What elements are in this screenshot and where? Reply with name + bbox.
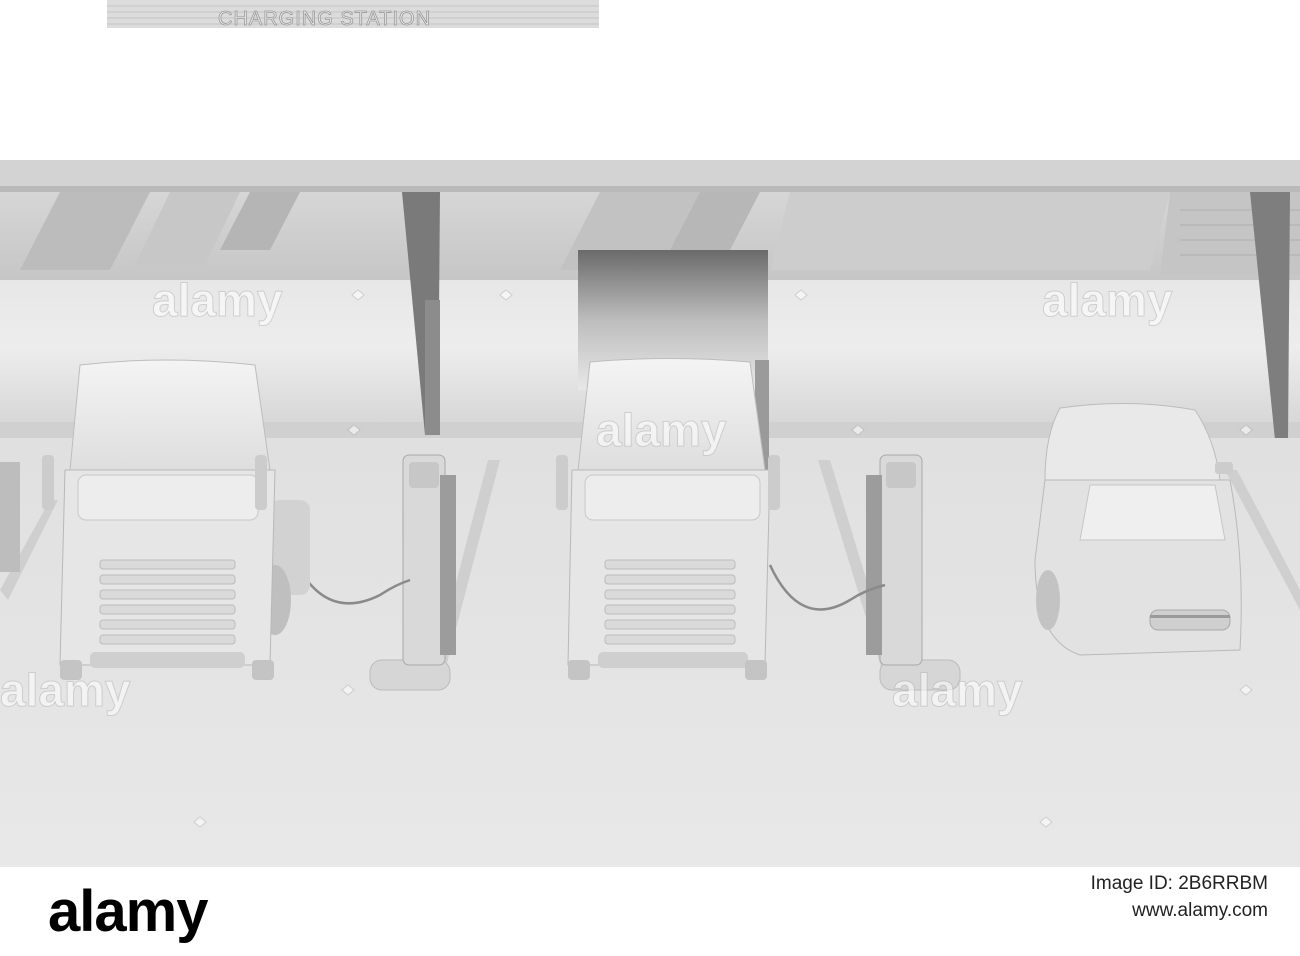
station-sign-label: CHARGING STATION	[218, 8, 431, 30]
site-url-link[interactable]: www.alamy.com	[1132, 900, 1268, 922]
watermark-2: alamy	[596, 404, 727, 456]
watermark-4: alamy	[0, 664, 131, 716]
partial-charger-left	[0, 462, 20, 572]
stock-photo-footer: alamy Image ID: 2B6RRBM www.alamy.com	[0, 867, 1300, 956]
electric-van	[1034, 402, 1242, 656]
electric-truck-2	[556, 250, 780, 680]
charging-station-scene: CHARGING STATION alamy alamy alamy alamy…	[0, 0, 1300, 867]
watermark-1: alamy	[152, 274, 283, 326]
watermark-3: alamy	[1042, 274, 1173, 326]
alamy-logo[interactable]: alamy	[48, 877, 208, 947]
watermark-5: alamy	[892, 664, 1023, 716]
image-id-label: Image ID: 2B6RRBM	[1090, 873, 1268, 894]
station-sign: CHARGING STATION	[107, 0, 599, 30]
